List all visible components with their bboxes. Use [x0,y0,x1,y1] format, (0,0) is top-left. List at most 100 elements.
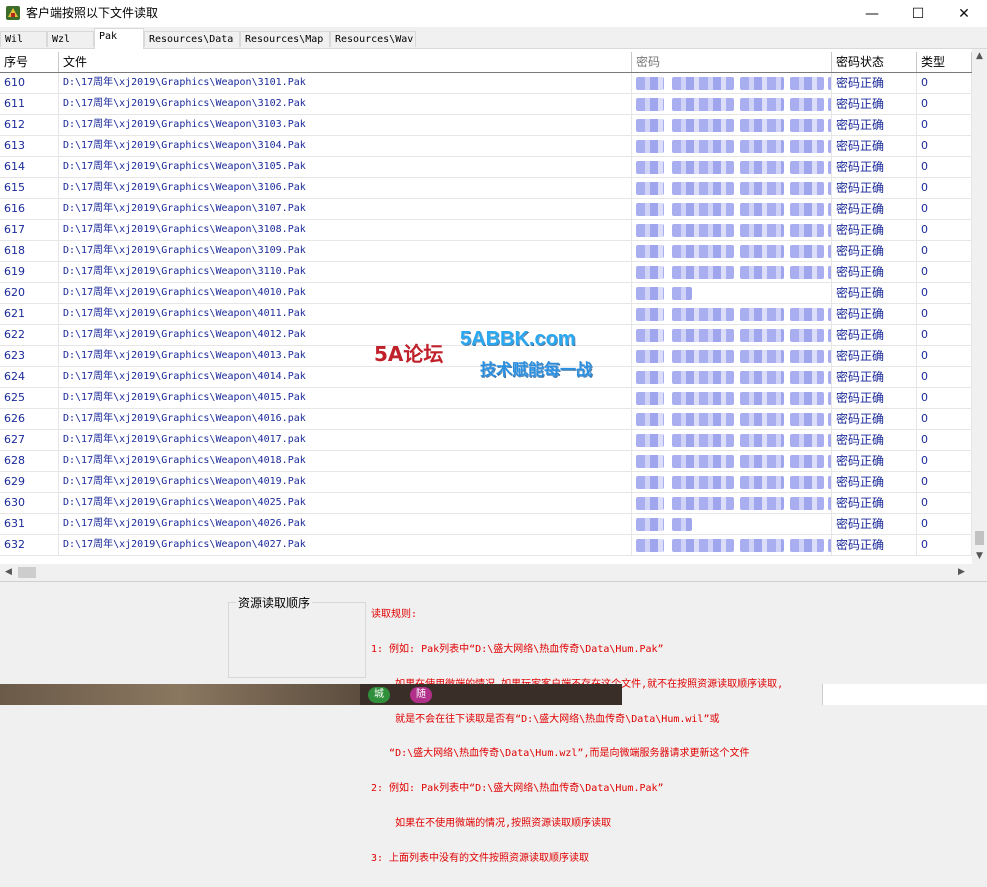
cell-file: D:\17周年\xj2019\Graphics\Weapon\3108.Pak [59,220,632,241]
cell-file: D:\17周年\xj2019\Graphics\Weapon\3102.Pak [59,94,632,115]
redacted-password-block [636,308,664,321]
table-row[interactable]: 626 D:\17周年\xj2019\Graphics\Weapon\4016.p… [0,409,972,430]
cell-status: 密码正确 [832,262,917,283]
close-button[interactable]: ✕ [941,0,987,27]
table-row[interactable]: 629 D:\17周年\xj2019\Graphics\Weapon\4019.P… [0,472,972,493]
cell-index: 625 [0,388,59,409]
table-row[interactable]: 610 D:\17周年\xj2019\Graphics\Weapon\3101.P… [0,73,972,94]
redacted-password-block [790,329,824,342]
table-row[interactable]: 632 D:\17周年\xj2019\Graphics\Weapon\4027.P… [0,535,972,556]
cell-type: 0 [917,241,972,262]
redacted-password-block [740,539,784,552]
cell-password [632,493,832,514]
horizontal-scrollbar[interactable]: ◀ ▶ [0,564,972,581]
table-row[interactable]: 613 D:\17周年\xj2019\Graphics\Weapon\3104.P… [0,136,972,157]
file-table: 序号 文件 密码 密码状态 类型 610 D:\17周年\xj2019\Graph… [0,49,987,564]
rules-line: 2: 例如: Pak列表中“D:\盛大网络\热血传奇\Data\Hum.Pak” [371,783,664,795]
table-row[interactable]: 631 D:\17周年\xj2019\Graphics\Weapon\4026.P… [0,514,972,535]
redacted-password-block [790,308,824,321]
maximize-button[interactable]: ☐ [895,0,941,27]
redacted-password-block [672,119,734,132]
redacted-password-block [636,140,664,153]
table-row[interactable]: 621 D:\17周年\xj2019\Graphics\Weapon\4011.P… [0,304,972,325]
table-row[interactable]: 630 D:\17周年\xj2019\Graphics\Weapon\4025.P… [0,493,972,514]
table-row[interactable]: 623 D:\17周年\xj2019\Graphics\Weapon\4013.P… [0,346,972,367]
table-row[interactable]: 618 D:\17周年\xj2019\Graphics\Weapon\3109.P… [0,241,972,262]
redacted-password-block [636,455,664,468]
header-status[interactable]: 密码状态 [832,52,917,72]
table-row[interactable]: 611 D:\17周年\xj2019\Graphics\Weapon\3102.P… [0,94,972,115]
table-row[interactable]: 628 D:\17周年\xj2019\Graphics\Weapon\4018.P… [0,451,972,472]
table-row[interactable]: 619 D:\17周年\xj2019\Graphics\Weapon\3110.P… [0,262,972,283]
table-row[interactable]: 625 D:\17周年\xj2019\Graphics\Weapon\4015.P… [0,388,972,409]
cell-status: 密码正确 [832,136,917,157]
cell-type: 0 [917,514,972,535]
cell-type: 0 [917,472,972,493]
cell-file: D:\17周年\xj2019\Graphics\Weapon\3104.Pak [59,136,632,157]
minimize-button[interactable]: — [849,0,895,27]
tab-pak[interactable]: Pak [94,28,144,49]
city-button[interactable]: 城 [368,687,390,703]
cell-status: 密码正确 [832,115,917,136]
cell-type: 0 [917,94,972,115]
redacted-password-block [790,392,824,405]
table-row[interactable]: 622 D:\17周年\xj2019\Graphics\Weapon\4012.P… [0,325,972,346]
header-password[interactable]: 密码 [632,52,832,72]
cell-file: D:\17周年\xj2019\Graphics\Weapon\3109.Pak [59,241,632,262]
table-row[interactable]: 612 D:\17周年\xj2019\Graphics\Weapon\3103.P… [0,115,972,136]
vertical-scroll-thumb[interactable] [975,531,984,545]
table-row[interactable]: 620 D:\17周年\xj2019\Graphics\Weapon\4010.P… [0,283,972,304]
redacted-password-block [740,476,784,489]
cell-file: D:\17周年\xj2019\Graphics\Weapon\4019.Pak [59,472,632,493]
redacted-password-block [672,371,734,384]
cell-type: 0 [917,493,972,514]
rules-line: 1: 例如: Pak列表中“D:\盛大网络\热血传奇\Data\Hum.Pak” [371,643,664,655]
cell-type: 0 [917,409,972,430]
cell-password [632,73,832,94]
cell-file: D:\17周年\xj2019\Graphics\Weapon\4025.Pak [59,493,632,514]
background-window [822,684,987,705]
window-title: 客户端按照以下文件读取 [26,6,159,20]
header-type[interactable]: 类型 [917,52,972,72]
tab-resources-map[interactable]: Resources\Map [240,31,330,47]
rules-line: 3: 上面列表中没有的文件按照资源读取顺序读取 [371,852,590,864]
header-index[interactable]: 序号 [0,52,59,72]
cell-index: 623 [0,346,59,367]
table-row[interactable]: 616 D:\17周年\xj2019\Graphics\Weapon\3107.P… [0,199,972,220]
cell-index: 618 [0,241,59,262]
scroll-down-icon[interactable]: ▼ [976,551,983,561]
cell-file: D:\17周年\xj2019\Graphics\Weapon\3101.Pak [59,73,632,94]
horizontal-scroll-thumb[interactable] [18,567,36,578]
table-row[interactable]: 617 D:\17周年\xj2019\Graphics\Weapon\3108.P… [0,220,972,241]
table-row[interactable]: 615 D:\17周年\xj2019\Graphics\Weapon\3106.P… [0,178,972,199]
cell-password [632,220,832,241]
tab-resources-data[interactable]: Resources\Data [144,31,240,47]
tab-resources-wav[interactable]: Resources\Wav [330,31,416,47]
table-row[interactable]: 627 D:\17周年\xj2019\Graphics\Weapon\4017.p… [0,430,972,451]
redacted-password-block [672,392,734,405]
table-row[interactable]: 614 D:\17周年\xj2019\Graphics\Weapon\3105.P… [0,157,972,178]
redacted-password-block [672,518,692,531]
cell-type: 0 [917,178,972,199]
redacted-password-block [636,434,664,447]
cell-file: D:\17周年\xj2019\Graphics\Weapon\4012.Pak [59,325,632,346]
scroll-up-icon[interactable]: ▲ [976,51,983,61]
cell-type: 0 [917,220,972,241]
tab-wzl[interactable]: Wzl [47,31,94,47]
cell-password [632,472,832,493]
cell-index: 610 [0,73,59,94]
vertical-scrollbar[interactable]: ▲ ▼ [972,49,987,564]
header-file[interactable]: 文件 [59,52,632,72]
cell-index: 613 [0,136,59,157]
cell-file: D:\17周年\xj2019\Graphics\Weapon\4027.Pak [59,535,632,556]
cell-status: 密码正确 [832,325,917,346]
random-button[interactable]: 随 [410,687,432,703]
tab-wil[interactable]: Wil [0,31,47,47]
redacted-password-block [672,224,734,237]
cell-password [632,199,832,220]
scroll-right-icon[interactable]: ▶ [958,567,965,577]
cell-index: 617 [0,220,59,241]
table-row[interactable]: 624 D:\17周年\xj2019\Graphics\Weapon\4014.P… [0,367,972,388]
cell-index: 628 [0,451,59,472]
scroll-left-icon[interactable]: ◀ [5,567,12,577]
